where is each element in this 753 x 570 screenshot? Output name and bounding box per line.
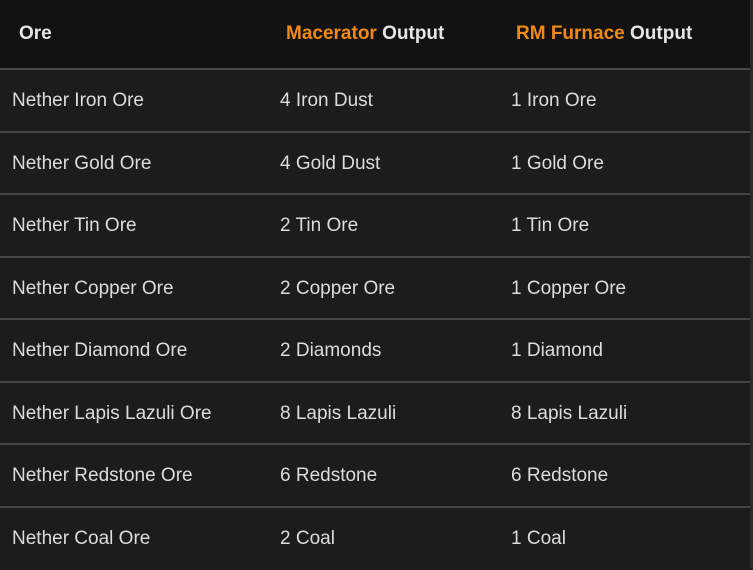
header-ore: Ore [19,0,52,68]
table-row: Nether Gold Ore 4 Gold Dust 1 Gold Ore [0,133,750,196]
macerator-output-cell: 2 Copper Ore [280,258,395,318]
ore-cell: Nether Redstone Ore [12,445,193,505]
table-row: Nether Coal Ore 2 Coal 1 Coal [0,508,750,570]
table-row: Nether Diamond Ore 2 Diamonds 1 Diamond [0,320,750,383]
table-row: Nether Copper Ore 2 Copper Ore 1 Copper Or… [0,258,750,321]
table-body: Nether Iron Ore4 Iron Dust1 Iron OreNeth… [0,70,750,570]
header-furnace-accent: RM Furnace [516,23,625,44]
furnace-output-cell: 1 Coal [511,508,566,568]
header-macerator-accent: Macerator [286,23,377,44]
macerator-output-cell: 8 Lapis Lazuli [280,383,396,443]
ore-cell: Nether Coal Ore [12,508,150,568]
furnace-output-cell: 1 Diamond [511,320,603,380]
ore-cell: Nether Diamond Ore [12,320,187,380]
furnace-output-cell: 1 Tin Ore [511,195,589,255]
ore-cell: Nether Tin Ore [12,195,137,255]
table-row: Nether Tin Ore 2 Tin Ore 1 Tin Ore [0,195,750,258]
furnace-output-cell: 1 Copper Ore [511,258,626,318]
table-row: Nether Redstone Ore 6 Redstone 6 Redstone [0,445,750,508]
header-furnace-rest: Output [625,23,693,44]
furnace-output-cell: 1 Iron Ore [511,70,597,130]
table-row: Nether Iron Ore 4 Iron Dust 1 Iron Ore [0,70,750,133]
table-row: Nether Lapis Lazuli Ore 8 Lapis Lazuli 8 L… [0,383,750,446]
ore-cell: Nether Gold Ore [12,133,151,193]
furnace-output-cell: 6 Redstone [511,445,608,505]
macerator-output-cell: 6 Redstone [280,445,377,505]
ore-cell: Nether Copper Ore [12,258,174,318]
header-macerator-output: Macerator Output [286,0,444,68]
furnace-output-cell: 8 Lapis Lazuli [511,383,627,443]
macerator-output-cell: 2 Diamonds [280,320,381,380]
table-header: Ore Macerator Output RM Furnace Output [0,0,750,70]
header-furnace-output: RM Furnace Output [516,0,692,68]
ore-cell: Nether Iron Ore [12,70,144,130]
macerator-output-cell: 4 Iron Dust [280,70,373,130]
furnace-output-cell: 1 Gold Ore [511,133,604,193]
macerator-output-cell: 2 Coal [280,508,335,568]
ore-cell: Nether Lapis Lazuli Ore [12,383,212,443]
macerator-output-cell: 2 Tin Ore [280,195,358,255]
header-macerator-rest: Output [377,23,445,44]
macerator-output-cell: 4 Gold Dust [280,133,380,193]
ore-output-table: Ore Macerator Output RM Furnace Output N… [0,0,750,570]
